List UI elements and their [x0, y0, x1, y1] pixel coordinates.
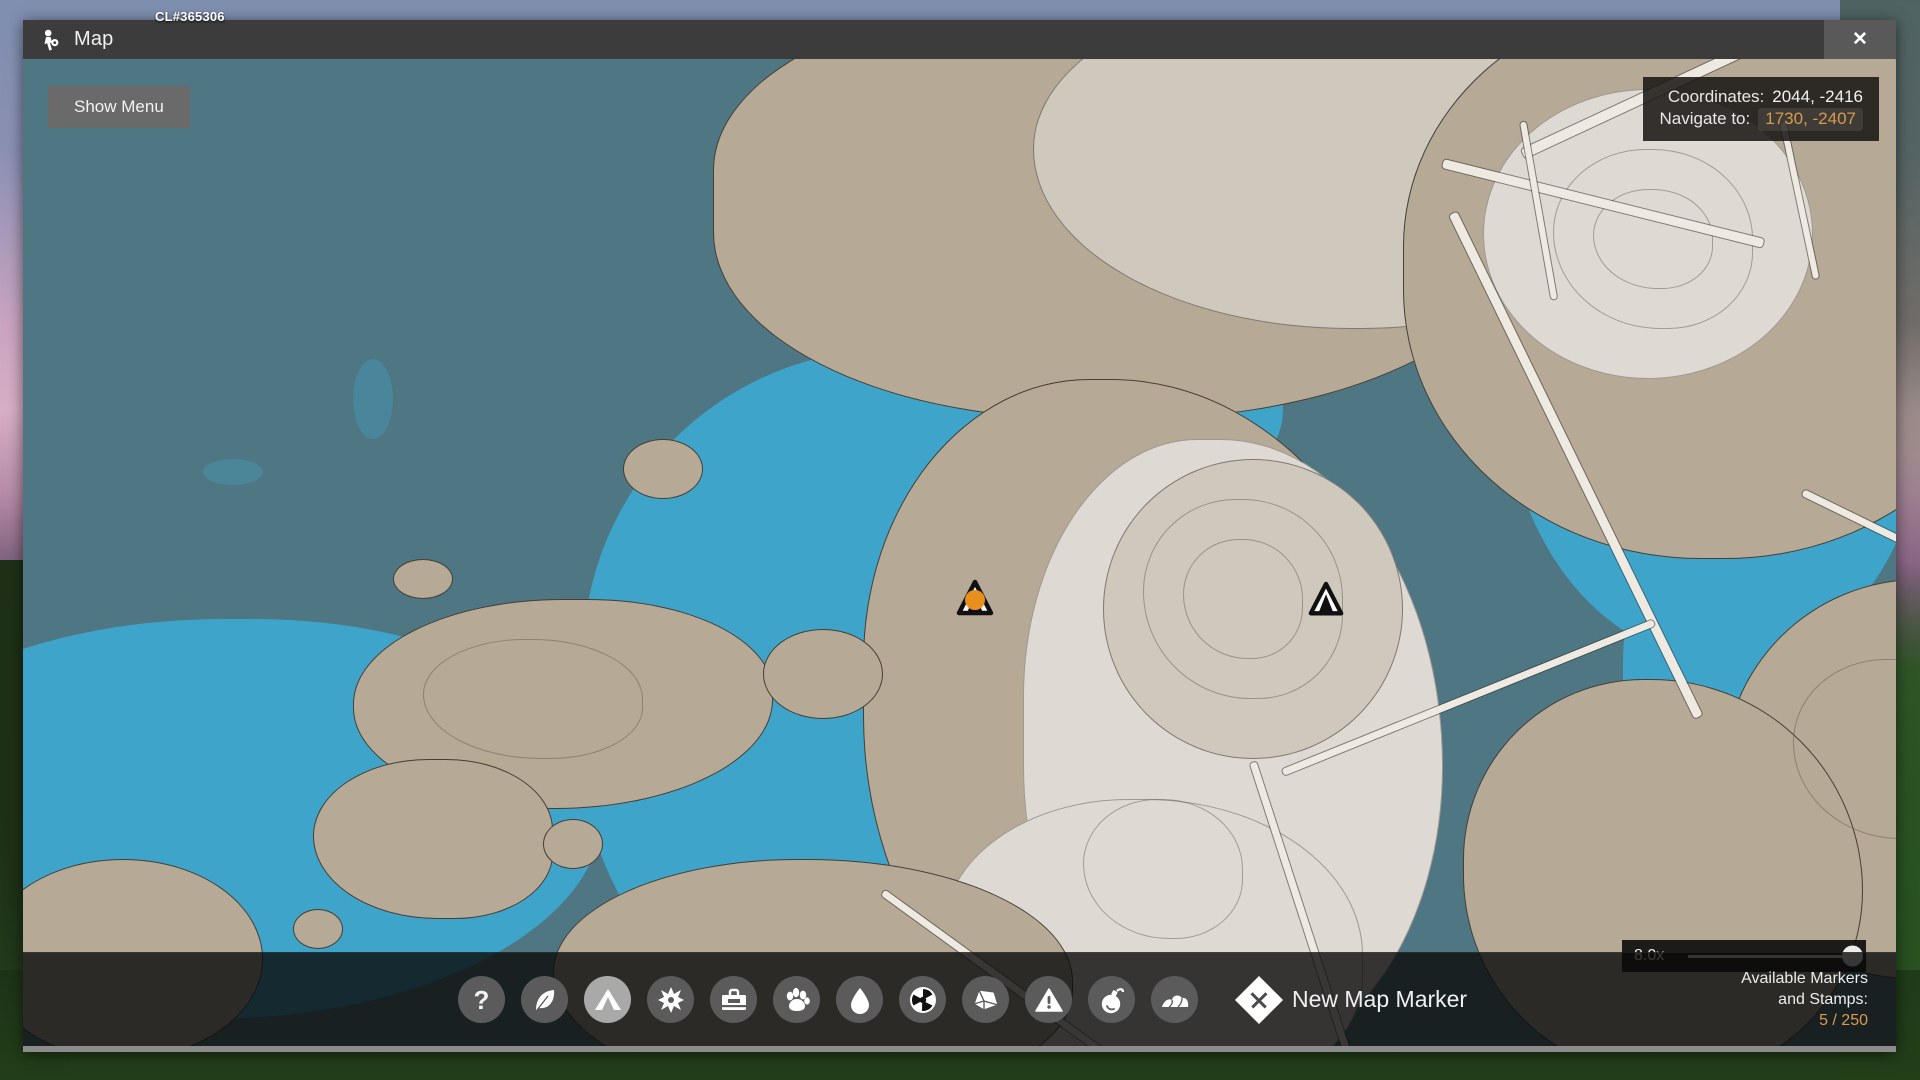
- toolbox-icon[interactable]: [710, 976, 757, 1023]
- navigate-row: Navigate to: 1730, -2407: [1659, 108, 1863, 131]
- rock-pile-icon[interactable]: [1151, 976, 1198, 1023]
- available-markers-line2: and Stamps:: [1778, 990, 1868, 1008]
- coordinates-row: Coordinates: 2044, -2416: [1660, 86, 1863, 108]
- marker-icon-row: ?: [458, 976, 1198, 1023]
- camp-marker[interactable]: [1305, 581, 1347, 624]
- map-pin-person-icon: [40, 29, 60, 51]
- build-version-label: CL#365306: [155, 9, 225, 24]
- available-markers-counter: Available Markers and Stamps: 5 / 250: [1741, 968, 1868, 1031]
- warning-icon[interactable]: [1025, 976, 1072, 1023]
- coordinates-value: 2044, -2416: [1772, 87, 1863, 106]
- available-markers-count: 5 / 250: [1819, 1012, 1868, 1030]
- coordinates-panel: Coordinates: 2044, -2416 Navigate to: 17…: [1642, 77, 1879, 141]
- title-bar: Map ✕: [23, 20, 1896, 59]
- water-shelf: [203, 459, 263, 485]
- plus-diamond-icon: [1234, 975, 1284, 1024]
- radiation-icon[interactable]: [899, 976, 946, 1023]
- coordinates-label: Coordinates:: [1667, 87, 1765, 106]
- new-map-marker-label: New Map Marker: [1292, 986, 1468, 1012]
- water-shelf: [353, 359, 393, 439]
- explosion-icon[interactable]: [647, 976, 694, 1023]
- bomb-icon[interactable]: [1088, 976, 1135, 1023]
- tent-icon[interactable]: [584, 976, 631, 1023]
- paw-icon[interactable]: [773, 976, 820, 1023]
- map-canvas[interactable]: Show Menu Coordinates: 2044, -2416 Navig…: [23, 59, 1896, 1052]
- window-title: Map: [74, 28, 114, 50]
- leaf-icon[interactable]: [521, 976, 568, 1023]
- new-map-marker-button[interactable]: New Map Marker: [1234, 975, 1468, 1024]
- unknown-marker-icon[interactable]: ?: [458, 976, 505, 1023]
- show-menu-button[interactable]: Show Menu: [48, 86, 190, 128]
- available-markers-line1: Available Markers: [1741, 969, 1868, 987]
- bottom-toolbar: ? New Map Marker Available Markers and S…: [23, 952, 1896, 1052]
- ore-crystal-icon[interactable]: [962, 976, 1009, 1023]
- landmass: [623, 439, 703, 499]
- navigate-label: Navigate to:: [1659, 109, 1751, 129]
- map-window: Map ✕ Show Menu Coordinates: 2044, -2416…: [23, 20, 1896, 1052]
- camp-marker-active[interactable]: [953, 579, 997, 624]
- landmass: [313, 759, 553, 919]
- close-button[interactable]: ✕: [1824, 20, 1896, 59]
- landmass: [293, 909, 343, 949]
- landmass: [543, 819, 603, 869]
- water-drop-icon[interactable]: [836, 976, 883, 1023]
- landmass: [393, 559, 453, 599]
- landmass: [763, 629, 883, 719]
- navigate-value[interactable]: 1730, -2407: [1758, 108, 1863, 131]
